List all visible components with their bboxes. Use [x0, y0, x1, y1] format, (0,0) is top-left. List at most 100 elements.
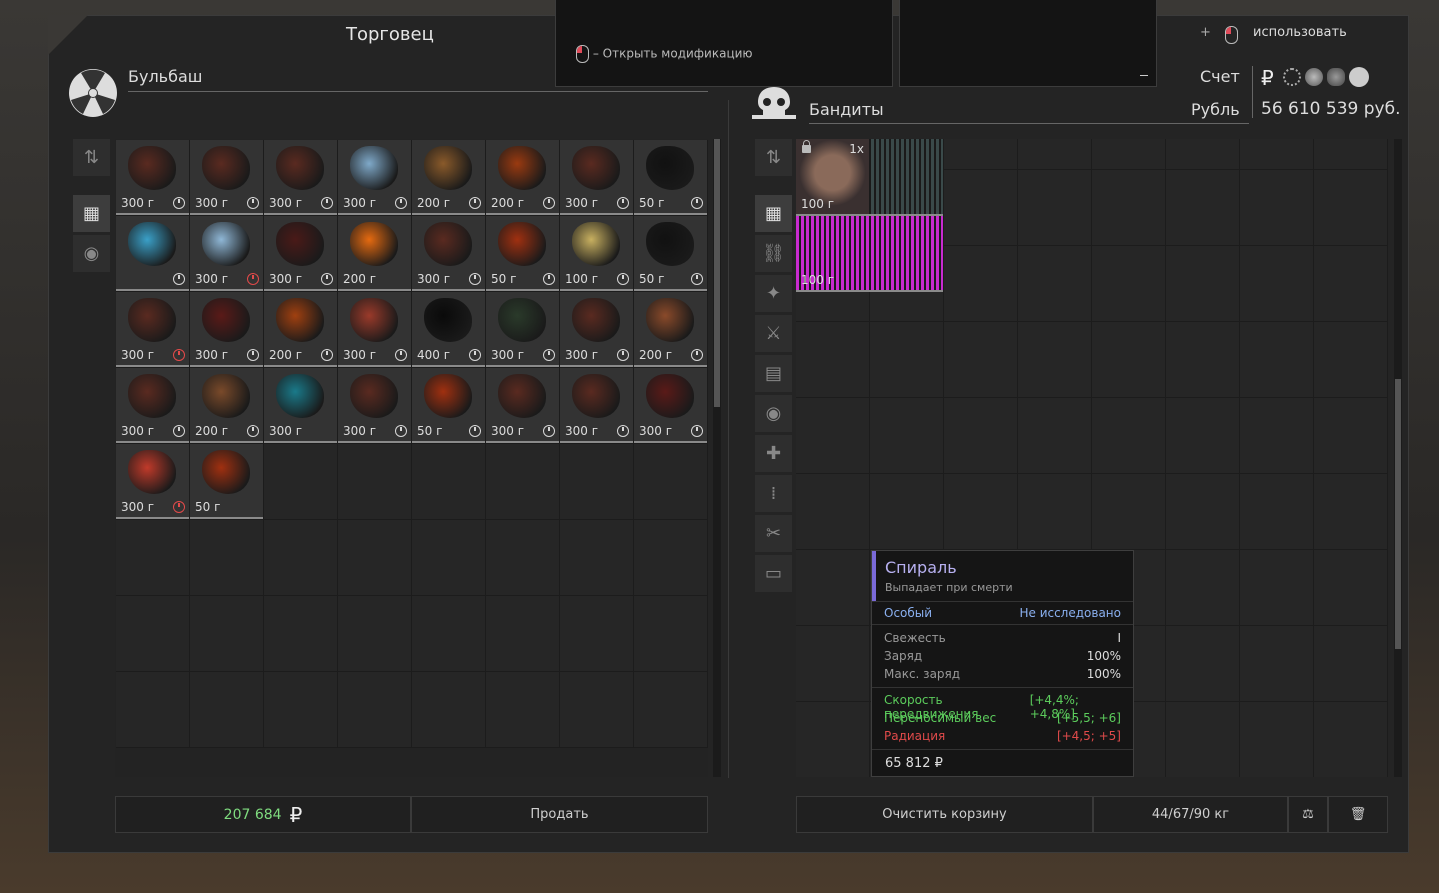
scrollbar-track-right[interactable] — [1394, 139, 1402, 777]
grid-view-button-right[interactable]: ▦ — [755, 195, 792, 232]
inventory-slot[interactable]: 300 г — [560, 292, 634, 368]
empty-slot[interactable] — [486, 520, 560, 596]
empty-slot[interactable] — [1166, 626, 1240, 702]
empty-slot[interactable] — [944, 398, 1018, 474]
inventory-item[interactable]: 1x 100 г — [796, 139, 869, 216]
inventory-slot[interactable]: 300 г — [338, 292, 412, 368]
empty-slot[interactable] — [1018, 246, 1092, 322]
empty-slot[interactable] — [944, 322, 1018, 398]
artifact-item[interactable]: 50 г — [190, 444, 263, 519]
empty-slot[interactable] — [1166, 550, 1240, 626]
empty-slot[interactable] — [412, 520, 486, 596]
empty-slot[interactable] — [1092, 170, 1166, 246]
inventory-slot[interactable]: 300 г — [116, 368, 190, 444]
empty-slot[interactable] — [870, 474, 944, 550]
artifact-item[interactable]: 300 г — [560, 368, 633, 443]
inventory-slot[interactable]: 300 г — [116, 292, 190, 368]
artifact-item[interactable]: 50 г — [634, 140, 707, 215]
attachment-filter-button[interactable]: ⛓ — [755, 235, 792, 272]
empty-slot[interactable] — [634, 444, 708, 520]
inventory-slot[interactable]: 300 г — [338, 140, 412, 216]
misc-filter-button[interactable]: ▭ — [755, 555, 792, 592]
inventory-slot[interactable]: 300 г — [634, 368, 708, 444]
medkit-filter-button[interactable]: ✚ — [755, 435, 792, 472]
inventory-slot[interactable]: 300 г — [338, 368, 412, 444]
inventory-slot[interactable]: 200 г — [634, 292, 708, 368]
empty-slot[interactable] — [796, 626, 870, 702]
empty-slot[interactable] — [1166, 474, 1240, 550]
empty-slot[interactable] — [796, 398, 870, 474]
empty-slot[interactable] — [1314, 702, 1388, 777]
empty-slot[interactable] — [634, 520, 708, 596]
artifact-item[interactable]: 50 г — [634, 216, 707, 291]
empty-slot[interactable] — [264, 672, 338, 748]
inventory-slot[interactable]: 300 г — [560, 140, 634, 216]
empty-slot[interactable] — [1314, 246, 1388, 322]
scrollbar-track[interactable] — [713, 139, 721, 777]
empty-slot[interactable] — [1240, 702, 1314, 777]
empty-slot[interactable] — [870, 398, 944, 474]
gear-currency-icon[interactable] — [1283, 68, 1301, 86]
inventory-slot[interactable]: 50 г — [412, 368, 486, 444]
artifact-item[interactable]: 300 г — [264, 216, 337, 291]
inventory-slot[interactable]: 200 г — [412, 140, 486, 216]
ruble-currency-icon[interactable]: ₽ — [1261, 66, 1274, 90]
armor-filter-button[interactable]: ▤ — [755, 355, 792, 392]
artifact-item[interactable]: 200 г — [190, 368, 263, 443]
empty-slot[interactable] — [1092, 322, 1166, 398]
inventory-slot[interactable]: 300 г — [116, 444, 190, 520]
empty-slot[interactable] — [1018, 170, 1092, 246]
empty-slot[interactable] — [1314, 322, 1388, 398]
artifact-item[interactable]: 300 г — [190, 140, 263, 215]
empty-slot[interactable] — [1314, 139, 1388, 170]
empty-slot[interactable] — [338, 444, 412, 520]
sort-button[interactable]: ⇅ — [73, 139, 110, 176]
empty-slot[interactable] — [412, 444, 486, 520]
empty-slot[interactable] — [944, 139, 1018, 170]
artifact-item[interactable]: 300 г — [338, 368, 411, 443]
empty-slot[interactable] — [634, 596, 708, 672]
empty-slot[interactable] — [338, 520, 412, 596]
weight-icon[interactable]: ⚖ — [1288, 796, 1328, 833]
artifact-item[interactable]: 200 г — [486, 140, 559, 215]
empty-slot[interactable] — [1240, 626, 1314, 702]
artifact-filter-button[interactable]: ◉ — [73, 235, 110, 272]
artifact-item[interactable]: 300 г — [412, 216, 485, 291]
empty-slot[interactable] — [1240, 474, 1314, 550]
empty-slot[interactable] — [1166, 322, 1240, 398]
empty-slot[interactable] — [560, 444, 634, 520]
inventory-slot[interactable]: 200 г — [264, 292, 338, 368]
inventory-slot[interactable]: 300 г — [486, 292, 560, 368]
inventory-slot[interactable]: 300 г — [190, 216, 264, 292]
empty-slot[interactable] — [1166, 398, 1240, 474]
empty-slot[interactable] — [1240, 170, 1314, 246]
knife-filter-button[interactable]: ⚔ — [755, 315, 792, 352]
empty-slot[interactable] — [190, 520, 264, 596]
inventory-slot[interactable]: 200 г — [190, 368, 264, 444]
inventory-slot[interactable] — [116, 216, 190, 292]
artifact-item[interactable]: 100 г — [560, 216, 633, 291]
empty-slot[interactable] — [1018, 139, 1092, 170]
inventory-slot[interactable]: 50 г — [634, 140, 708, 216]
empty-slot[interactable] — [1018, 398, 1092, 474]
grid-view-button[interactable]: ▦ — [73, 195, 110, 232]
artifact-item[interactable]: 300 г — [116, 292, 189, 367]
artifact-item[interactable]: 50 г — [486, 216, 559, 291]
inventory-slot[interactable]: 50 г — [634, 216, 708, 292]
artifact-item[interactable]: 300 г — [190, 216, 263, 291]
artifact-item[interactable]: 200 г — [412, 140, 485, 215]
artifact-item[interactable]: 300 г — [190, 292, 263, 367]
empty-slot[interactable] — [560, 520, 634, 596]
inventory-slot[interactable]: 300 г — [486, 368, 560, 444]
empty-slot[interactable] — [1092, 246, 1166, 322]
empty-slot[interactable] — [1240, 246, 1314, 322]
inventory-slot[interactable]: 300 г — [190, 140, 264, 216]
empty-slot[interactable] — [1240, 322, 1314, 398]
empty-slot[interactable] — [944, 170, 1018, 246]
empty-slot[interactable] — [1166, 170, 1240, 246]
inventory-slot[interactable]: 300 г — [264, 216, 338, 292]
sell-button[interactable]: Продать — [411, 796, 708, 833]
inventory-slot[interactable]: 200 г — [486, 140, 560, 216]
empty-slot[interactable] — [116, 596, 190, 672]
empty-slot[interactable] — [634, 672, 708, 748]
